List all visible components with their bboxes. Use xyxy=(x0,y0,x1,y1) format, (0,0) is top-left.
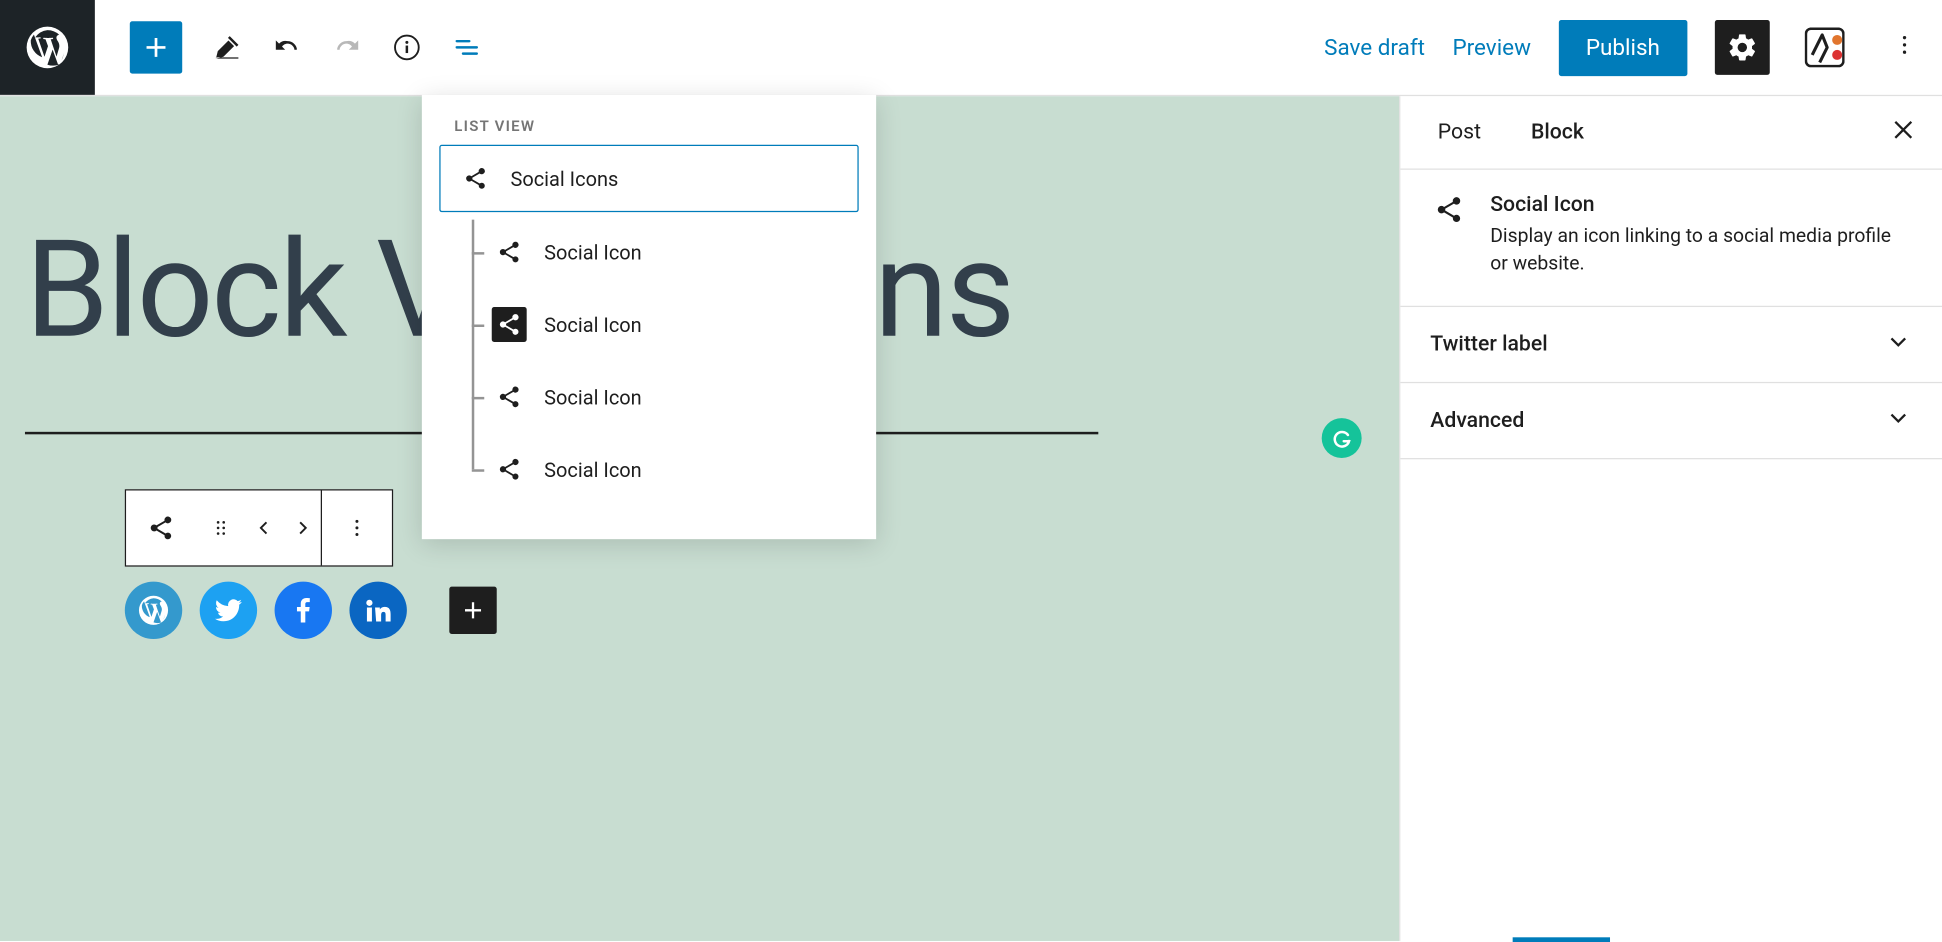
chevron-down-icon xyxy=(1885,328,1912,362)
save-draft-button[interactable]: Save draft xyxy=(1324,34,1425,60)
wp-logo-button[interactable] xyxy=(0,0,95,95)
social-icons-block[interactable] xyxy=(125,582,1374,639)
tab-block[interactable]: Block xyxy=(1506,96,1609,168)
share-icon xyxy=(492,235,527,270)
list-view-item-social-icon[interactable]: Social Icon xyxy=(492,364,859,429)
sidebar-tabs: Post Block xyxy=(1400,96,1942,170)
publish-button[interactable]: Publish xyxy=(1558,19,1687,75)
list-view-item-social-icon[interactable]: Social Icon xyxy=(492,437,859,502)
block-info-description: Display an icon linking to a social medi… xyxy=(1490,222,1912,278)
redo-button[interactable] xyxy=(332,32,362,62)
close-sidebar-button[interactable] xyxy=(1875,116,1932,148)
linkedin-social-icon[interactable] xyxy=(349,582,406,639)
move-down-button[interactable] xyxy=(283,491,320,566)
panel-advanced[interactable]: Advanced xyxy=(1400,383,1942,459)
document-overview-button[interactable] xyxy=(392,32,422,62)
facebook-social-icon[interactable] xyxy=(275,582,332,639)
share-icon xyxy=(492,307,527,342)
list-view-item-social-icon[interactable]: Social Icon xyxy=(492,292,859,357)
share-icon xyxy=(1430,192,1467,278)
block-info: Social Icon Display an icon linking to a… xyxy=(1400,170,1942,307)
share-icon xyxy=(492,452,527,487)
editor-topbar: Save draft Preview Publish xyxy=(0,0,1942,96)
twitter-social-icon[interactable] xyxy=(200,582,257,639)
list-view-heading: LIST VIEW xyxy=(439,117,858,144)
toolbar-left xyxy=(95,21,482,73)
modes-button[interactable] xyxy=(212,32,242,62)
settings-button[interactable] xyxy=(1715,20,1770,75)
undo-button[interactable] xyxy=(272,32,302,62)
wordpress-social-icon[interactable] xyxy=(125,582,182,639)
block-more-button[interactable] xyxy=(322,491,392,566)
list-view-item-social-icon[interactable]: Social Icon xyxy=(492,220,859,285)
add-block-button[interactable] xyxy=(130,21,182,73)
share-icon xyxy=(492,379,527,414)
block-toolbar xyxy=(125,490,393,567)
panel-twitter-label[interactable]: Twitter label xyxy=(1400,307,1942,383)
settings-sidebar: Post Block Social Icon Display an icon l… xyxy=(1399,96,1942,941)
block-info-title: Social Icon xyxy=(1490,192,1912,217)
add-social-icon-button[interactable] xyxy=(449,587,496,634)
topbar-more-button[interactable] xyxy=(1880,32,1930,62)
yoast-seo-button[interactable] xyxy=(1797,20,1852,75)
tab-post[interactable]: Post xyxy=(1400,96,1506,168)
move-up-button[interactable] xyxy=(246,491,283,566)
chevron-down-icon xyxy=(1885,404,1912,438)
preview-button[interactable]: Preview xyxy=(1452,34,1530,60)
block-type-button[interactable] xyxy=(126,491,196,566)
share-icon xyxy=(458,161,493,196)
drag-handle-icon[interactable] xyxy=(196,491,246,566)
list-view-button[interactable] xyxy=(452,32,482,62)
toolbar-right: Save draft Preview Publish xyxy=(1324,19,1942,75)
grammarly-icon[interactable] xyxy=(1322,418,1362,458)
list-view-dropdown: LIST VIEW Social Icons Social Icon Socia… xyxy=(422,95,876,539)
list-view-item-social-icons[interactable]: Social Icons xyxy=(439,145,858,212)
